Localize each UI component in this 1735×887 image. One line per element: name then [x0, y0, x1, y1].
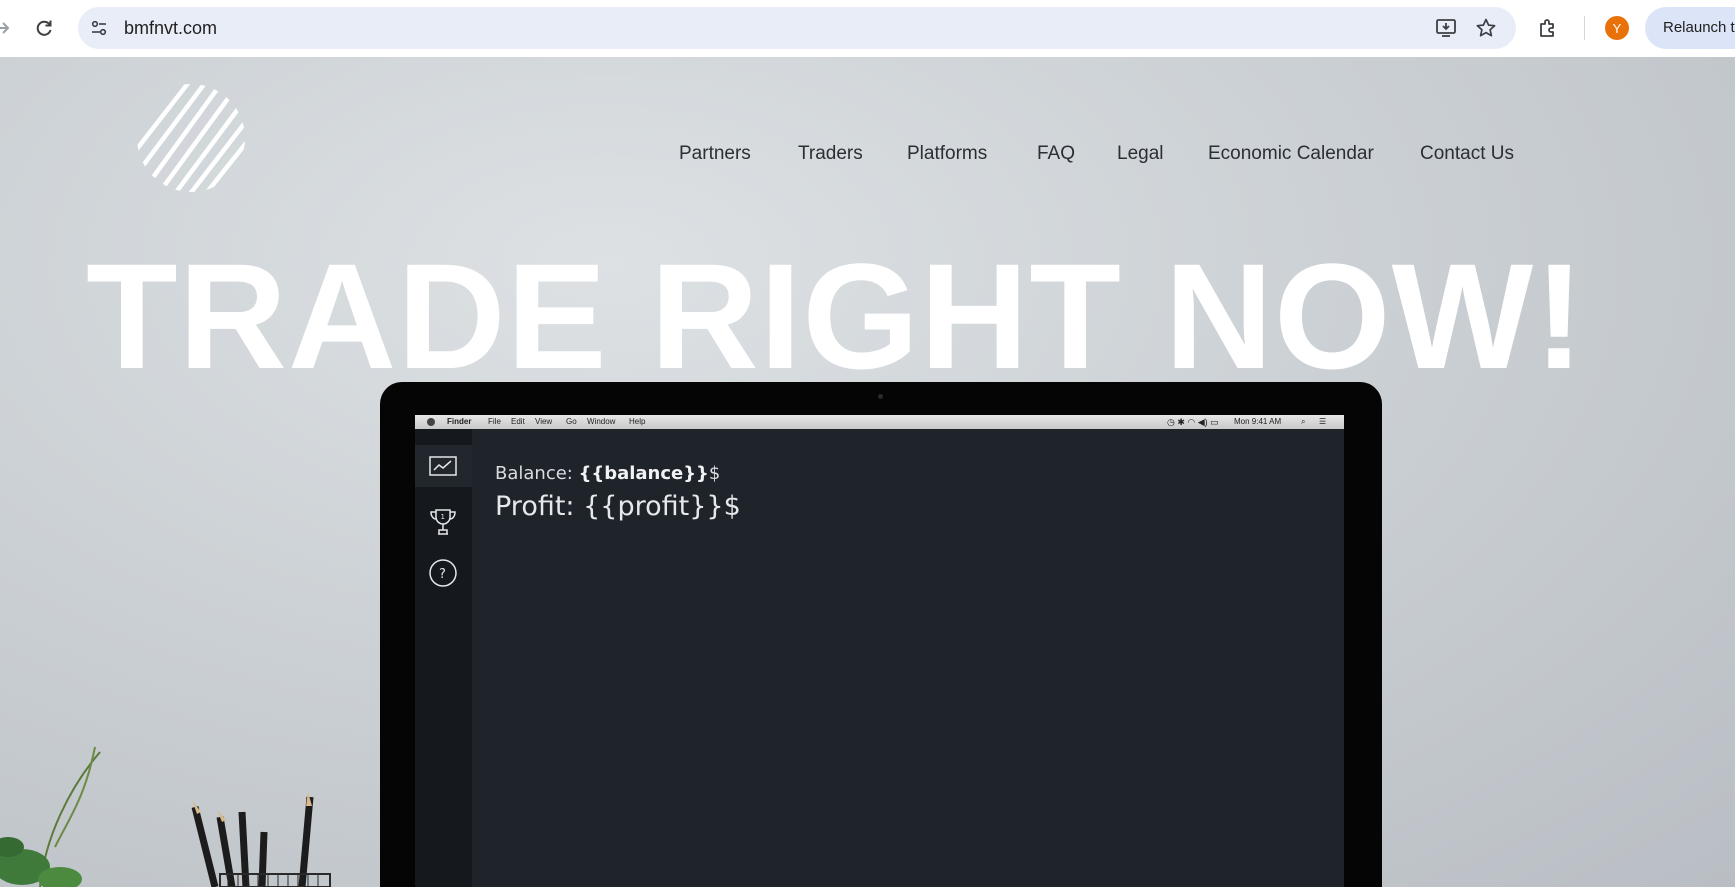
balance-value: {{balance}} [578, 463, 709, 484]
install-app-icon[interactable] [1434, 16, 1458, 40]
menubar-view: View [535, 417, 553, 426]
toolbar-divider [1584, 16, 1585, 40]
monitor-mockup: Finder File Edit View Go Window Help ◷ ✱… [380, 382, 1382, 887]
apple-icon [427, 418, 435, 426]
balance-line: Balance: {{balance}}$ [495, 463, 720, 484]
extensions-icon[interactable] [1535, 15, 1561, 41]
hero-headline: TRADE RIGHT NOW! [86, 232, 1586, 400]
site-settings-icon[interactable] [88, 17, 110, 39]
nav-partners[interactable]: Partners [679, 143, 751, 165]
profile-avatar[interactable]: Y [1605, 16, 1629, 40]
balance-label: Balance: [495, 463, 579, 484]
status-icons: ◷ ✱ ◠ ◀) ▭ [1167, 417, 1219, 427]
trophy-icon[interactable]: 1 [427, 506, 459, 538]
menubar-finder: Finder [447, 417, 472, 426]
menubar-edit: Edit [511, 417, 525, 426]
url-text[interactable]: bmfnvt.com [124, 18, 217, 39]
list-icon: ☰ [1319, 417, 1327, 426]
chart-icon[interactable] [427, 450, 459, 482]
forward-icon[interactable] [0, 12, 18, 44]
nav-contact-us[interactable]: Contact Us [1420, 143, 1514, 165]
mac-menubar: Finder File Edit View Go Window Help ◷ ✱… [415, 415, 1344, 429]
nav-platforms[interactable]: Platforms [907, 143, 987, 165]
help-icon[interactable]: ? [427, 557, 459, 589]
app-sidebar: 1 ? [415, 429, 472, 887]
spotlight-icon: ⌕ [1301, 417, 1306, 426]
hero-section: Partners Traders Platforms FAQ Legal Eco… [0, 57, 1735, 887]
nav-legal[interactable]: Legal [1117, 143, 1164, 165]
bookmark-star-icon[interactable] [1474, 16, 1498, 40]
plant-image [0, 746, 101, 887]
pencil-cup-image [191, 792, 331, 887]
svg-text:?: ? [439, 567, 446, 582]
relaunch-button[interactable]: Relaunch to update [1645, 7, 1735, 49]
menubar-go: Go [566, 417, 577, 426]
svg-text:1: 1 [441, 513, 445, 521]
menubar-file: File [488, 417, 501, 426]
balance-currency: $ [708, 463, 721, 484]
reload-icon[interactable] [28, 12, 60, 44]
address-bar[interactable]: bmfnvt.com [78, 7, 1516, 49]
menubar-help: Help [629, 417, 646, 426]
site-logo[interactable] [136, 83, 246, 193]
trading-screen: Finder File Edit View Go Window Help ◷ ✱… [415, 415, 1344, 887]
nav-faq[interactable]: FAQ [1037, 143, 1075, 165]
nav-economic-calendar[interactable]: Economic Calendar [1208, 143, 1374, 165]
nav-traders[interactable]: Traders [798, 143, 863, 165]
menubar-clock: Mon 9:41 AM [1234, 417, 1282, 426]
browser-toolbar: bmfnvt.com Y Relaunch to update [0, 0, 1735, 57]
profit-line: Profit: {{profit}}$ [495, 491, 741, 522]
menubar-window: Window [587, 417, 616, 426]
